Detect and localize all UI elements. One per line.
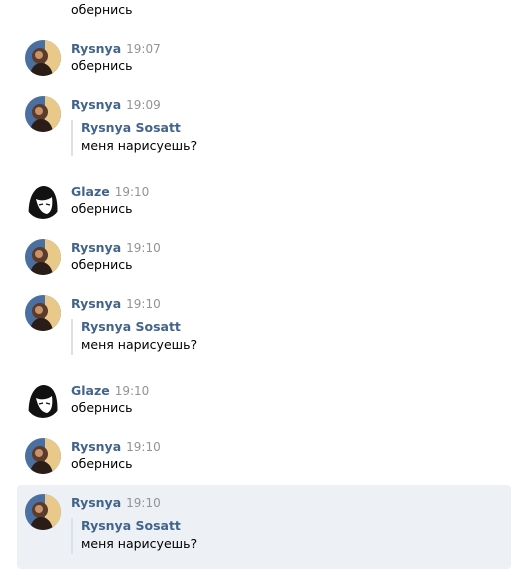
chat-history: обернись Rysnya 19:07 обернись Rysnya 19:0…	[0, 0, 526, 587]
author-name[interactable]: Glaze	[71, 184, 110, 199]
message-text: обернись	[71, 201, 133, 216]
message[interactable]: Rysnya 19:07 обернись	[17, 40, 511, 80]
message[interactable]: обернись	[17, 0, 511, 22]
rysnya-avatar[interactable]	[25, 295, 61, 331]
author-name[interactable]: Rysnya	[71, 97, 121, 112]
author-name[interactable]: Rysnya	[71, 495, 121, 510]
message-time[interactable]: 19:10	[126, 496, 161, 510]
message-time[interactable]: 19:09	[126, 98, 161, 112]
message-time[interactable]: 19:10	[115, 185, 150, 199]
message[interactable]: Glaze 19:10 обернись	[17, 382, 511, 422]
message-time[interactable]: 19:07	[126, 42, 161, 56]
rysnya-avatar[interactable]	[25, 438, 61, 474]
forwarded-author[interactable]: Rysnya Sosatt	[81, 120, 197, 136]
rysnya-avatar[interactable]	[25, 494, 61, 530]
author-name[interactable]: Rysnya	[71, 439, 121, 454]
rysnya-avatar[interactable]	[25, 239, 61, 275]
author-name[interactable]: Glaze	[71, 383, 110, 398]
message-time[interactable]: 19:10	[115, 384, 150, 398]
rysnya-avatar[interactable]	[25, 40, 61, 76]
message[interactable]: Rysnya 19:10 обернись	[17, 438, 511, 478]
message[interactable]: Rysnya 19:09 Rysnya Sosatt меня нарисуешь…	[17, 96, 511, 160]
message-text: обернись	[71, 2, 133, 17]
message-highlighted[interactable]: Rysnya 19:10 Rysnya Sosatt меня нарисуешь…	[17, 485, 511, 569]
message-time[interactable]: 19:10	[126, 241, 161, 255]
message[interactable]: Glaze 19:10 обернись	[17, 183, 511, 223]
message[interactable]: Rysnya 19:10 обернись	[17, 239, 511, 279]
forwarded-text: меня нарисуешь?	[81, 138, 198, 153]
forwarded-text: меня нарисуешь?	[81, 337, 198, 352]
rysnya-avatar[interactable]	[25, 96, 61, 132]
message-text: обернись	[71, 58, 133, 73]
message[interactable]: Rysnya 19:10 Rysnya Sosatt меня нарисуешь…	[17, 295, 511, 359]
glaze-avatar[interactable]	[25, 382, 61, 418]
author-name[interactable]: Rysnya	[71, 41, 121, 56]
message-text: обернись	[71, 257, 133, 272]
message-text: обернись	[71, 400, 133, 415]
forwarded-message[interactable]: Rysnya Sosatt меня нарисуешь?	[71, 518, 197, 554]
glaze-avatar[interactable]	[25, 183, 61, 219]
forwarded-message[interactable]: Rysnya Sosatt меня нарисуешь?	[71, 319, 197, 355]
forwarded-author[interactable]: Rysnya Sosatt	[81, 518, 197, 534]
author-name[interactable]: Rysnya	[71, 296, 121, 311]
forwarded-text: меня нарисуешь?	[81, 536, 198, 551]
message-time[interactable]: 19:10	[126, 297, 161, 311]
forwarded-message[interactable]: Rysnya Sosatt меня нарисуешь?	[71, 120, 197, 156]
forwarded-author[interactable]: Rysnya Sosatt	[81, 319, 197, 335]
message-time[interactable]: 19:10	[126, 440, 161, 454]
message-text: обернись	[71, 456, 133, 471]
author-name[interactable]: Rysnya	[71, 240, 121, 255]
